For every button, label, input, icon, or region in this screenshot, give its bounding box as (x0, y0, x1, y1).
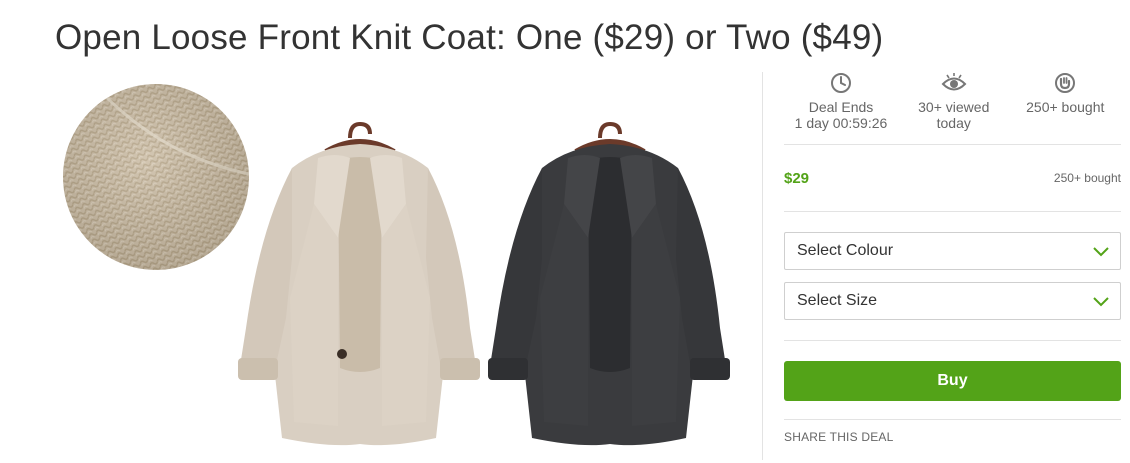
deal-ends-stat: Deal Ends 1 day 00:59:26 (784, 72, 898, 144)
eye-icon (941, 73, 967, 91)
divider (784, 340, 1121, 341)
purchase-panel: Deal Ends 1 day 00:59:26 30+ viewed toda… (784, 72, 1121, 444)
size-select-label: Select Size (797, 292, 878, 309)
knit-swatch-image (63, 84, 249, 270)
viewed-count: 30+ viewed (918, 99, 990, 115)
colour-select[interactable]: Select Colour (784, 232, 1121, 270)
product-gallery[interactable] (55, 72, 755, 460)
column-divider (762, 72, 763, 460)
deal-price: $29 (784, 169, 810, 187)
deal-ends-label: Deal Ends (808, 99, 874, 115)
deal-stats: Deal Ends 1 day 00:59:26 30+ viewed toda… (784, 72, 1121, 145)
divider (784, 419, 1121, 420)
size-select[interactable]: Select Size (784, 282, 1121, 320)
price-row: $29 250+ bought (784, 145, 1121, 212)
clock-icon (831, 73, 851, 93)
bought-count: 250+ bought (1026, 99, 1105, 115)
bought-stat: 250+ bought (1010, 72, 1122, 144)
bought-icon (1055, 73, 1076, 93)
price-bought-count: 250+ bought (1053, 171, 1121, 185)
beige-coat-image (230, 118, 480, 463)
share-deal-label: SHARE THIS DEAL (784, 430, 894, 444)
viewed-stat: 30+ viewed today (898, 72, 1010, 144)
charcoal-coat-image (480, 118, 730, 463)
viewed-period: today (936, 115, 971, 131)
colour-select-label: Select Colour (797, 242, 894, 259)
deal-ends-countdown: 1 day 00:59:26 (794, 115, 888, 131)
chevron-down-icon (1093, 247, 1109, 257)
deal-title: Open Loose Front Knit Coat: One ($29) or… (55, 18, 884, 57)
buy-button[interactable]: Buy (784, 361, 1121, 401)
chevron-down-icon (1093, 297, 1109, 307)
